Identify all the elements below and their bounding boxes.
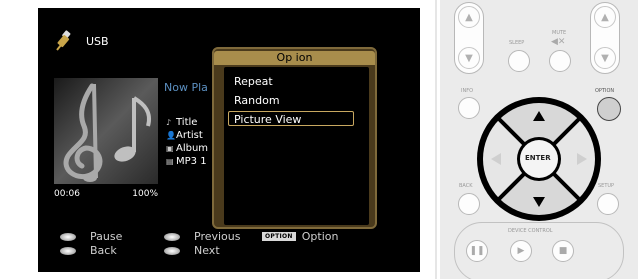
- previous-button-icon: [164, 232, 180, 241]
- track-artist: Artist: [176, 130, 203, 141]
- mute-label: MUTE: [552, 30, 567, 36]
- pause-icon: ❚❚: [469, 246, 485, 256]
- channel-rocker[interactable]: ▲ ▼: [454, 2, 484, 74]
- time-row: 00:06 100%: [54, 189, 158, 199]
- music-note-icon: [54, 78, 158, 184]
- back-label: BACK: [459, 183, 473, 189]
- menu-item-random[interactable]: Random: [234, 94, 280, 107]
- person-icon: 👤: [166, 131, 176, 140]
- hint-back-label: Back: [90, 244, 117, 257]
- file-icon: ▤: [166, 157, 174, 166]
- track-title-row: ♪ Title: [166, 116, 208, 129]
- mute-button[interactable]: [549, 50, 571, 72]
- hint-pause-label: Pause: [90, 230, 123, 243]
- menu-item-repeat[interactable]: Repeat: [234, 75, 273, 88]
- hint-back: Back: [60, 244, 117, 257]
- track-info: ♪ Title 👤 Artist ▣ Album ▤ MP3 1: [166, 116, 208, 168]
- note-icon: ♪: [166, 118, 172, 127]
- source-label: USB: [86, 34, 109, 48]
- channel-down-icon[interactable]: ▼: [458, 47, 480, 69]
- channel-up-icon[interactable]: ▲: [458, 6, 480, 28]
- volume-up-icon[interactable]: ▲: [594, 6, 616, 28]
- now-playing-label: Now Pla: [164, 81, 208, 94]
- tv-screen: USB Now Pla ♪ Title 👤 Artist ▣ Album ▤ M…: [38, 8, 420, 272]
- hint-pause: Pause: [60, 230, 122, 243]
- track-artist-row: 👤 Artist: [166, 129, 208, 142]
- info-label: INFO: [461, 88, 474, 94]
- track-title: Title: [176, 117, 198, 128]
- track-format-row: ▤ MP3 1: [166, 155, 208, 168]
- album-icon: ▣: [166, 144, 174, 153]
- track-album: Album: [176, 143, 209, 154]
- play-button[interactable]: ▶: [510, 240, 532, 262]
- option-badge: OPTION: [262, 232, 296, 241]
- volume-down-icon[interactable]: ▼: [594, 47, 616, 69]
- usb-icon: [56, 30, 71, 51]
- option-popup: Op ion Repeat Random Picture View: [212, 47, 377, 229]
- hint-next: Next: [164, 244, 220, 257]
- enter-button[interactable]: ENTER: [525, 154, 551, 162]
- back-button-icon: [60, 246, 76, 255]
- hint-previous: Previous: [164, 230, 241, 243]
- sleep-label: SLEEP: [509, 40, 525, 46]
- track-format: MP3 1: [176, 156, 207, 167]
- progress-percent: 100%: [132, 189, 158, 199]
- hint-option: OPTION Option: [262, 230, 338, 243]
- album-art: [54, 78, 158, 184]
- hint-next-label: Next: [194, 244, 220, 257]
- remote-control: ▲ ▼ ▲ ▼ SLEEP MUTE ◀✕ INFO OPTION BACK S…: [440, 0, 638, 279]
- pause-button-icon: [60, 232, 76, 241]
- track-album-row: ▣ Album: [166, 142, 208, 155]
- next-button-icon: [164, 246, 180, 255]
- divider: [435, 0, 437, 279]
- sleep-button[interactable]: [508, 50, 530, 72]
- pause-button[interactable]: ❚❚: [466, 240, 488, 262]
- stop-button[interactable]: ■: [552, 240, 574, 262]
- play-icon: ▶: [517, 246, 525, 256]
- mute-icon: ◀✕: [551, 37, 566, 47]
- menu-item-picture-view[interactable]: Picture View: [228, 111, 354, 126]
- option-popup-title: Op ion: [214, 51, 375, 65]
- option-label: OPTION: [595, 88, 615, 94]
- elapsed-time: 00:06: [54, 189, 80, 199]
- option-menu-list: Repeat Random Picture View: [224, 67, 369, 225]
- volume-rocker[interactable]: ▲ ▼: [590, 2, 620, 74]
- hint-option-label: Option: [301, 230, 339, 243]
- source-row: USB: [54, 30, 109, 52]
- device-control-label: DEVICE CONTROL: [508, 228, 553, 234]
- stop-icon: ■: [558, 246, 568, 256]
- hint-previous-label: Previous: [194, 230, 241, 243]
